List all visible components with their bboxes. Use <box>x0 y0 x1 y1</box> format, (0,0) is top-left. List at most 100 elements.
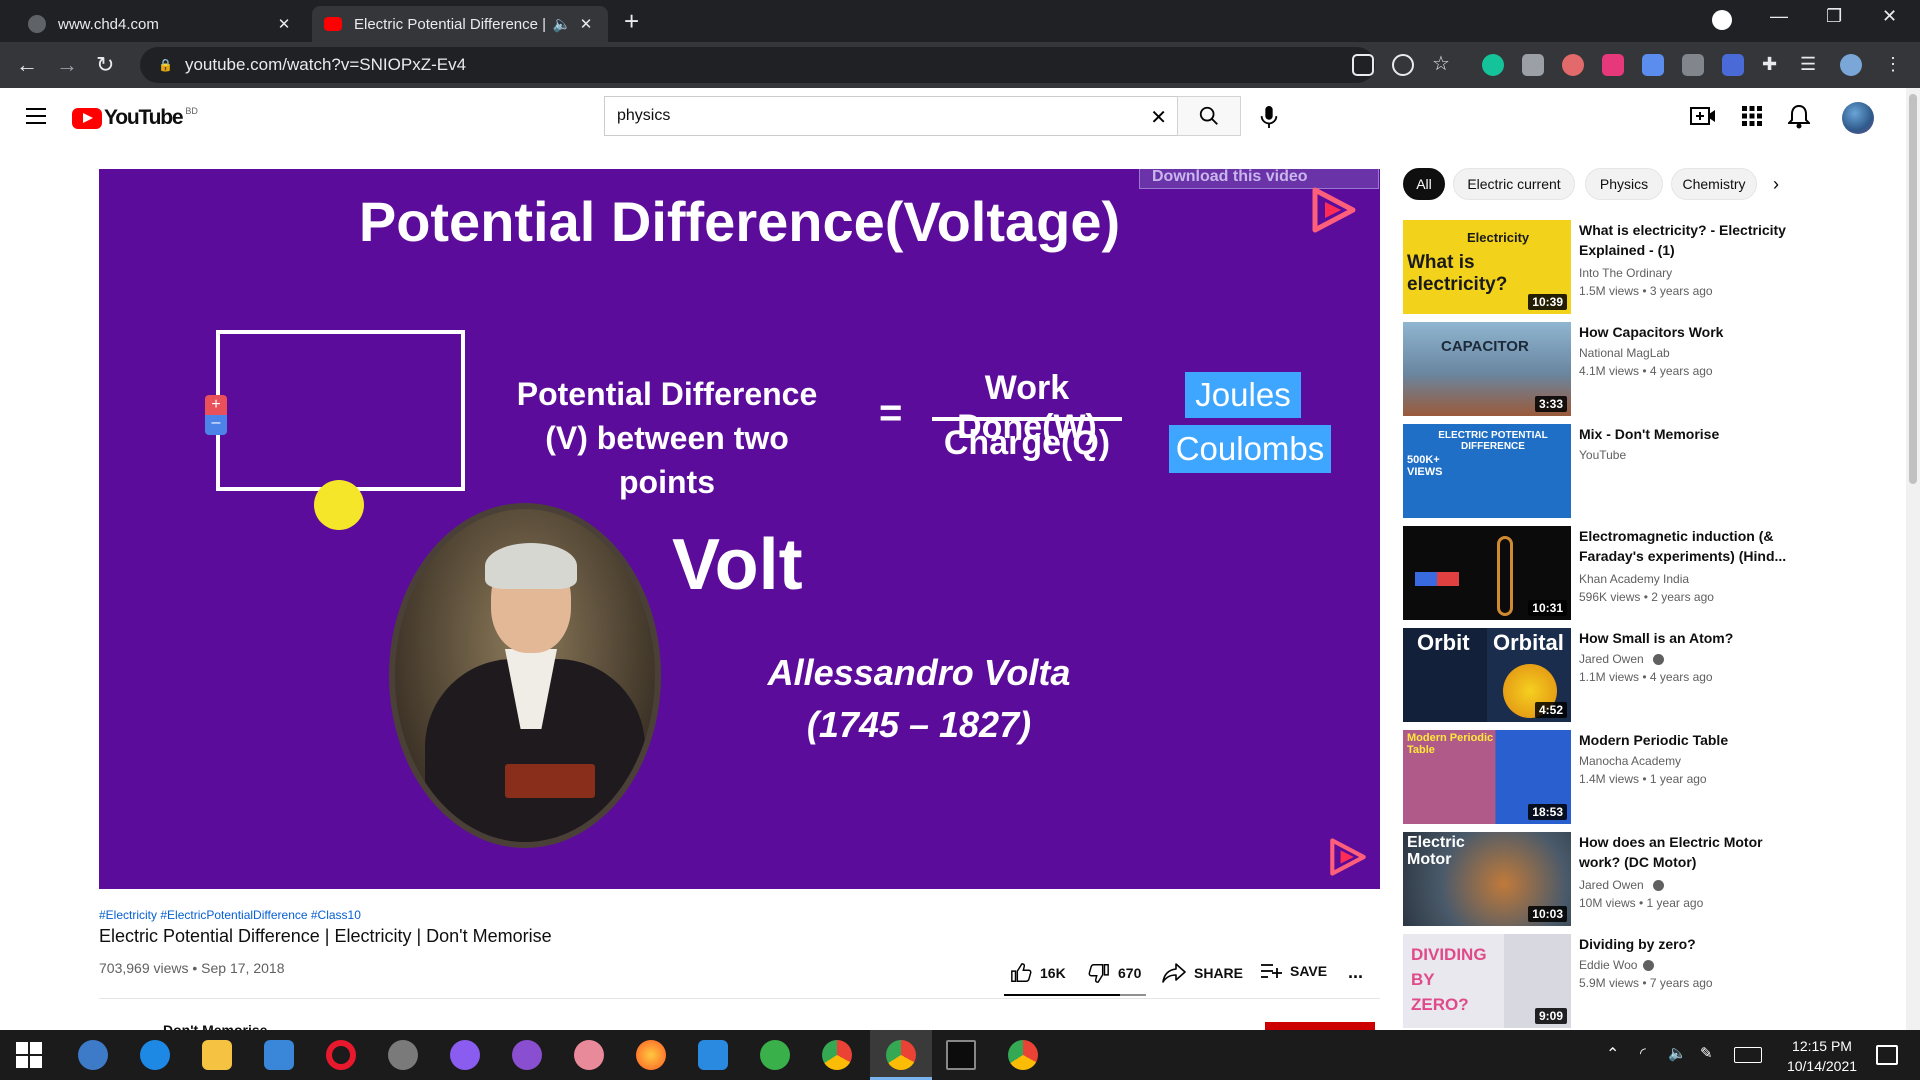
firefox-icon[interactable] <box>636 1040 666 1070</box>
tab-youtube-video[interactable]: Electric Potential Difference | 🔈 ✕ <box>312 6 608 42</box>
recommendation-item[interactable]: Modern Periodic Table 18:53 Modern Perio… <box>1403 730 1883 824</box>
hashtags[interactable]: #Electricity #ElectricPotentialDifferenc… <box>99 908 361 922</box>
clear-search-icon[interactable]: ✕ <box>1150 105 1167 130</box>
menu-icon[interactable] <box>26 108 46 124</box>
rec-channel[interactable]: National MagLab <box>1579 344 1670 362</box>
pen-extension-icon[interactable] <box>1722 54 1744 76</box>
chip-electric-current[interactable]: Electric current <box>1453 168 1575 200</box>
bell-icon[interactable] <box>1788 104 1810 130</box>
chip-chemistry[interactable]: Chemistry <box>1671 168 1757 200</box>
scrollbar-thumb[interactable] <box>1909 94 1917 484</box>
app-icon[interactable] <box>388 1040 418 1070</box>
thumbnail[interactable]: ELECTRIC POTENTIAL DIFFERENCE 500K+ VIEW… <box>1403 424 1571 518</box>
rec-channel[interactable]: Into The Ordinary <box>1579 264 1672 282</box>
minimize-icon[interactable]: — <box>1770 6 1788 27</box>
address-bar[interactable]: 🔒 youtube.com/watch?v=SNIOPxZ-Ev4 <box>140 47 1375 83</box>
page-scrollbar[interactable] <box>1906 88 1920 1030</box>
rec-channel[interactable]: Manocha Academy <box>1579 752 1681 770</box>
extension-icon[interactable] <box>1682 54 1704 76</box>
volume-icon[interactable]: 🔈 <box>1668 1044 1698 1074</box>
tab-chd4[interactable]: www.chd4.com ✕ <box>16 6 306 42</box>
more-actions-button[interactable]: ... <box>1348 962 1363 983</box>
chrome-icon[interactable] <box>822 1040 852 1070</box>
app-icon[interactable] <box>574 1040 604 1070</box>
thumbnail[interactable]: Orbit Orbital 4:52 <box>1403 628 1571 722</box>
close-window-icon[interactable]: ✕ <box>1882 6 1897 27</box>
rec-title[interactable]: How does an Electric Motor work? (DC Mot… <box>1579 832 1789 872</box>
download-extension-icon[interactable] <box>1642 54 1664 76</box>
reload-icon[interactable]: ↻ <box>96 52 114 78</box>
keyboard-icon[interactable] <box>1734 1047 1762 1063</box>
save-button[interactable]: SAVE <box>1260 962 1327 980</box>
github-icon[interactable] <box>512 1040 542 1070</box>
mic-icon[interactable] <box>1258 104 1280 130</box>
puzzle-extensions-icon[interactable]: ✚ <box>1762 54 1784 76</box>
rec-title[interactable]: Mix - Don't Memorise <box>1579 424 1789 444</box>
video-player[interactable]: Potential Difference(Voltage) Download t… <box>99 169 1380 889</box>
rec-title[interactable]: Modern Periodic Table <box>1579 730 1789 750</box>
system-clock[interactable]: 12:15 PM 10/14/2021 <box>1772 1036 1872 1076</box>
recommendation-item[interactable]: ELECTRIC POTENTIAL DIFFERENCE 500K+ VIEW… <box>1403 424 1883 518</box>
rec-title[interactable]: Dividing by zero? <box>1579 934 1789 954</box>
chrome-icon[interactable] <box>886 1040 916 1070</box>
chip-all[interactable]: All <box>1403 168 1445 200</box>
thumbnail[interactable]: CAPACITOR 3:33 <box>1403 322 1571 416</box>
rec-channel[interactable]: Jared Owen <box>1579 876 1644 894</box>
rec-channel[interactable]: Khan Academy India <box>1579 570 1689 588</box>
search-input[interactable]: physics ✕ <box>604 96 1177 136</box>
mail-icon[interactable] <box>264 1040 294 1070</box>
browser-menu-icon[interactable]: ⋮ <box>1884 54 1906 76</box>
channel-name[interactable]: Don't Memorise <box>163 1022 267 1030</box>
wifi-icon[interactable]: ◜ <box>1640 1044 1670 1074</box>
zoom-icon[interactable] <box>1392 54 1414 76</box>
audio-playing-icon[interactable]: 🔈 <box>552 15 572 33</box>
youtube-logo[interactable]: YouTube BD <box>72 106 198 130</box>
rec-title[interactable]: Electromagnetic induction (& Faraday's e… <box>1579 526 1789 566</box>
thumbnail[interactable]: Electric Motor 10:03 <box>1403 832 1571 926</box>
notification-icon[interactable] <box>1876 1045 1898 1065</box>
recommendation-item[interactable]: CAPACITOR 3:33 How Capacitors Work Natio… <box>1403 322 1883 416</box>
grammarly-icon[interactable] <box>1482 54 1504 76</box>
subscribe-button[interactable] <box>1265 1022 1375 1030</box>
rec-channel[interactable]: YouTube <box>1579 446 1626 464</box>
pen-icon[interactable]: ✎ <box>1700 1044 1730 1074</box>
chip-physics[interactable]: Physics <box>1585 168 1663 200</box>
recommendation-item[interactable]: Orbit Orbital 4:52 How Small is an Atom?… <box>1403 628 1883 722</box>
rec-channel[interactable]: Eddie Woo <box>1579 956 1637 974</box>
edge-icon[interactable] <box>140 1040 170 1070</box>
app-icon[interactable] <box>760 1040 790 1070</box>
vscode-icon[interactable] <box>698 1040 728 1070</box>
avatar[interactable] <box>1842 102 1874 134</box>
messenger-icon[interactable] <box>450 1040 480 1070</box>
profile-avatar-icon[interactable] <box>1840 54 1862 76</box>
close-tab-icon[interactable]: ✕ <box>576 15 596 33</box>
rec-channel[interactable]: Jared Owen <box>1579 650 1644 668</box>
recommendation-item[interactable]: 10:31 Electromagnetic induction (& Farad… <box>1403 526 1883 620</box>
install-app-icon[interactable] <box>1352 54 1374 76</box>
chevron-right-icon[interactable]: › <box>1773 174 1779 195</box>
rec-title[interactable]: How Small is an Atom? <box>1579 628 1789 648</box>
recommendation-item[interactable]: Electric Motor 10:03 How does an Electri… <box>1403 832 1883 926</box>
thumbnail[interactable]: Electricity What is electricity? 10:39 <box>1403 220 1571 314</box>
thumbnail[interactable]: Modern Periodic Table 18:53 <box>1403 730 1571 824</box>
qbittorrent-icon[interactable] <box>78 1040 108 1070</box>
tray-chevron-icon[interactable]: ⌃ <box>1606 1044 1636 1074</box>
reading-list-icon[interactable]: ☰ <box>1800 54 1822 76</box>
new-tab-icon[interactable]: + <box>624 6 639 37</box>
file-explorer-icon[interactable] <box>202 1040 232 1070</box>
apps-icon[interactable] <box>1742 106 1762 126</box>
close-tab-icon[interactable]: ✕ <box>274 15 294 33</box>
tab-search-icon[interactable] <box>1712 10 1732 30</box>
create-icon[interactable] <box>1690 104 1716 128</box>
share-button[interactable]: SHARE <box>1162 962 1243 984</box>
chrome-icon[interactable] <box>1008 1040 1038 1070</box>
terminal-icon[interactable] <box>946 1040 976 1070</box>
back-icon[interactable]: ← <box>16 52 38 78</box>
recommendation-item[interactable]: DIVIDING BY ZERO? 9:09 Dividing by zero?… <box>1403 934 1883 1028</box>
search-button[interactable] <box>1177 96 1241 136</box>
like-button[interactable]: 16K <box>1010 962 1066 984</box>
maximize-icon[interactable]: ❐ <box>1826 6 1842 27</box>
opera-icon[interactable] <box>326 1040 356 1070</box>
extension-icon[interactable] <box>1602 54 1624 76</box>
dislike-button[interactable]: 670 <box>1088 962 1141 984</box>
